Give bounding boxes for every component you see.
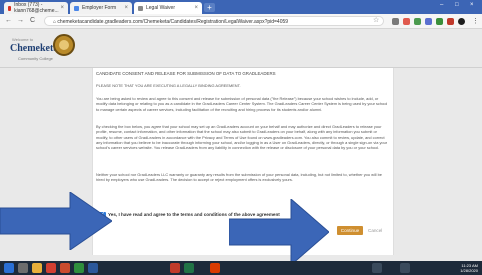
reload-button[interactable]: C xyxy=(30,17,35,24)
arrow-annotation-icon xyxy=(229,199,329,265)
menu-icon[interactable]: ⋮ xyxy=(472,17,479,25)
search-icon[interactable] xyxy=(18,263,28,273)
extension-icon[interactable] xyxy=(392,18,399,25)
consent-paragraph-1: You are being asked to review and agree … xyxy=(96,96,388,112)
logo-subtitle: Community College xyxy=(18,56,53,61)
consent-paragraph-2: By checking the box below, you agree tha… xyxy=(96,124,388,151)
word-icon[interactable] xyxy=(88,263,98,273)
logo-welcome-text: Welcome to xyxy=(12,37,34,42)
chrome-icon[interactable] xyxy=(46,263,56,273)
college-seal-icon xyxy=(53,34,75,56)
app-icon[interactable] xyxy=(60,263,70,273)
logo-name: Chemeketa xyxy=(10,43,59,54)
cancel-link[interactable]: Cancel xyxy=(368,226,382,235)
extension-icon[interactable] xyxy=(425,18,432,25)
document-icon xyxy=(138,5,143,11)
tab-label: Employer Form xyxy=(82,5,117,11)
windows-start-icon[interactable] xyxy=(4,263,14,273)
star-icon[interactable]: ☆ xyxy=(373,16,379,24)
minimize-button[interactable]: – xyxy=(440,2,443,8)
arrow-annotation-icon xyxy=(0,192,112,250)
close-window-button[interactable]: × xyxy=(470,2,474,8)
back-button[interactable]: ← xyxy=(5,17,12,24)
new-tab-button[interactable]: + xyxy=(204,3,215,12)
excel-icon[interactable] xyxy=(184,263,194,273)
tab-employer-form[interactable]: Employer Form × xyxy=(70,2,132,14)
extension-icon[interactable] xyxy=(436,18,443,25)
consent-notice: PLEASE NOTE THAT YOU ARE EXECUTING A LEG… xyxy=(96,83,241,88)
app-icon[interactable] xyxy=(170,263,180,273)
extension-icon[interactable] xyxy=(414,18,421,25)
browser-tab-bar: Inbox (773) - kiann768@cheme... × Employ… xyxy=(0,0,482,14)
college-logo[interactable]: Welcome to Chemeketa Community College xyxy=(10,34,80,64)
close-icon[interactable]: × xyxy=(124,5,128,11)
app-icon[interactable] xyxy=(74,263,84,273)
clock[interactable]: 11:23 AM 1/28/2020 xyxy=(448,263,478,273)
consent-paragraph-3: Neither your school nor GradLeaders LLC … xyxy=(96,172,382,183)
tab-inbox[interactable]: Inbox (773) - kiann768@cheme... × xyxy=(4,2,68,14)
gmail-icon xyxy=(8,5,12,11)
powerpoint-icon[interactable] xyxy=(210,263,220,273)
browser-toolbar: ← → C ⌂ chemeketacandidate.gradleaders.c… xyxy=(0,14,482,29)
profile-icon[interactable] xyxy=(458,18,465,25)
address-bar[interactable]: ⌂ chemeketacandidate.gradleaders.com/Che… xyxy=(44,16,384,26)
system-tray-icon[interactable] xyxy=(400,263,410,273)
windows-taskbar: 11:23 AM 1/28/2020 xyxy=(0,261,482,275)
consent-title: CANDIDATE CONSENT AND RELEASE FOR SUBMIS… xyxy=(96,71,276,76)
tab-label: Legal Waiver xyxy=(146,5,175,11)
tab-label: Inbox (773) - kiann768@cheme... xyxy=(14,2,59,14)
extension-icon[interactable] xyxy=(447,18,454,25)
forward-button[interactable]: → xyxy=(17,17,24,24)
form-icon xyxy=(74,5,79,11)
close-icon[interactable]: × xyxy=(194,5,198,11)
continue-button[interactable]: Continue xyxy=(337,226,363,235)
tab-legal-waiver[interactable]: Legal Waiver × xyxy=(134,2,202,14)
extension-icon[interactable] xyxy=(403,18,410,25)
system-tray-icon[interactable] xyxy=(372,263,382,273)
folder-icon[interactable] xyxy=(32,263,42,273)
maximize-button[interactable]: □ xyxy=(455,2,459,8)
clock-date: 1/28/2020 xyxy=(460,268,478,273)
close-icon[interactable]: × xyxy=(60,5,64,11)
